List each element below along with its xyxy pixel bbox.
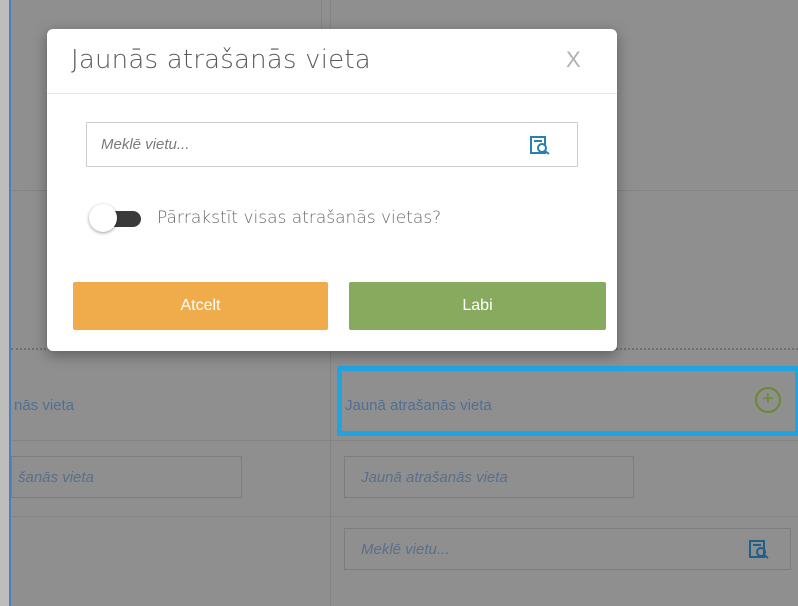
right-location-field[interactable]: Jaunā atrašanās vieta (344, 456, 634, 498)
location-search-input[interactable] (87, 123, 545, 166)
dialog-header-divider (47, 93, 617, 94)
dialog-title: Jaunās atrašanās vieta (71, 45, 371, 75)
left-panel-edge (0, 0, 11, 606)
row-divider (11, 440, 798, 441)
plus-circle-icon[interactable]: + (755, 387, 781, 413)
search-list-icon[interactable] (749, 539, 769, 559)
right-search-field[interactable]: Meklē vietu... (344, 528, 791, 570)
row-divider (11, 516, 798, 517)
cancel-button[interactable]: Atcelt (73, 282, 328, 330)
left-row-label: nās vieta (14, 397, 75, 414)
location-search-box (86, 122, 578, 167)
close-icon[interactable]: X (566, 47, 581, 73)
new-location-dialog: Jaunās atrašanās vieta X Pārrakstīt visa… (47, 29, 617, 351)
ok-button[interactable]: Labi (349, 282, 606, 330)
overwrite-label: Pārrakstīt visas atrašanās vietas? (157, 208, 442, 228)
selected-cell-highlight[interactable] (337, 366, 798, 436)
left-location-field[interactable]: šanās vieta (11, 456, 242, 498)
search-list-icon[interactable] (530, 135, 550, 155)
overwrite-toggle[interactable] (89, 203, 143, 233)
